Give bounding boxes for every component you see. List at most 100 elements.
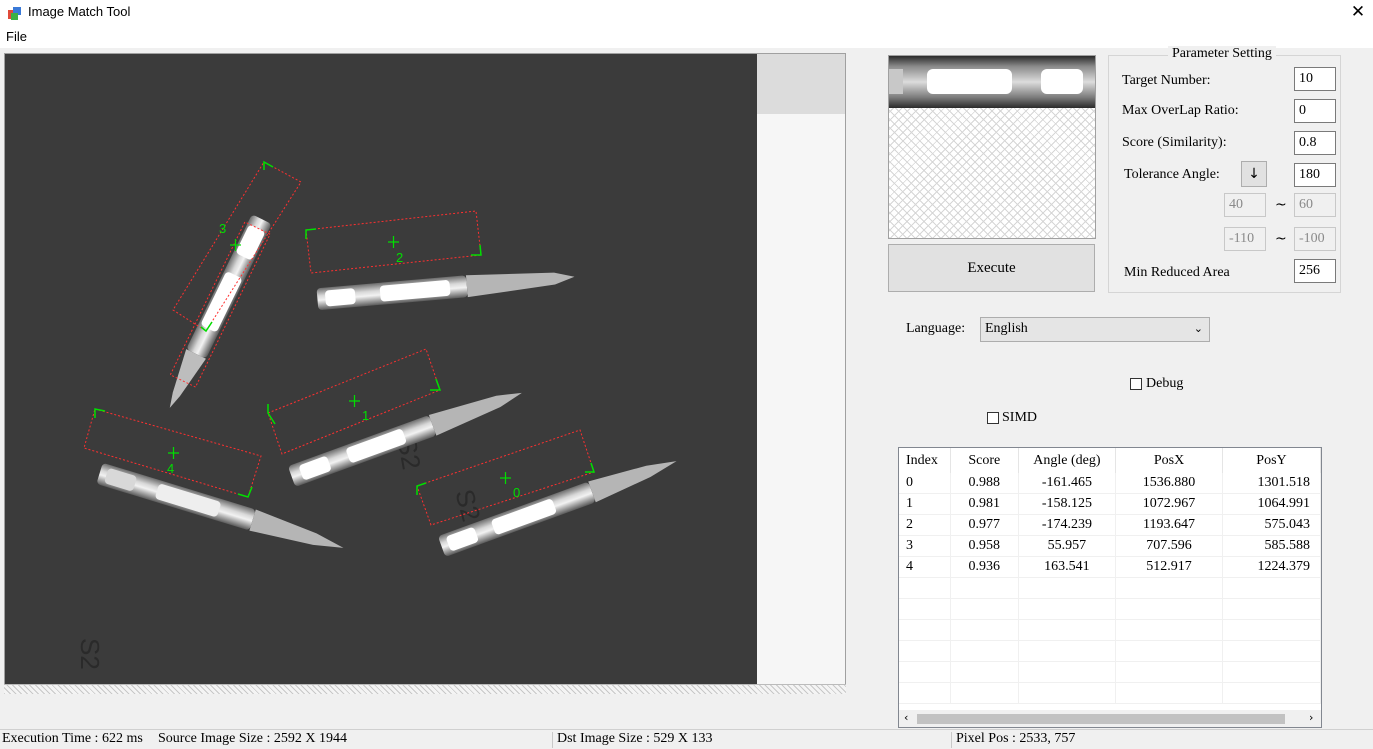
window-title: Image Match Tool bbox=[28, 4, 131, 19]
execution-time: Execution Time : 622 ms bbox=[2, 731, 143, 746]
tolerance-angle-label: Tolerance Angle: bbox=[1124, 167, 1220, 182]
table-cell bbox=[1018, 598, 1117, 620]
table-cell bbox=[1222, 619, 1321, 641]
table-cell bbox=[1115, 640, 1223, 662]
match-label: 4 bbox=[167, 461, 174, 476]
table-cell: 0.936 bbox=[950, 556, 1019, 578]
paper-mark: S2 bbox=[75, 638, 105, 670]
table-cell bbox=[1115, 577, 1223, 599]
table-cell bbox=[1115, 682, 1223, 704]
source-image: S2 S2 S2 3 2 1 4 0 bbox=[5, 54, 845, 692]
source-image-panel[interactable]: S2 S2 S2 3 2 1 4 0 bbox=[4, 53, 846, 693]
table-row-empty bbox=[899, 619, 1321, 641]
range1-tilde: ~ bbox=[1275, 197, 1287, 213]
table-row[interactable]: 3 0.958 55.957 707.596 585.588 bbox=[899, 535, 1321, 557]
table-cell bbox=[1222, 598, 1321, 620]
table-cell: 0 bbox=[899, 473, 951, 494]
image-scrollbar[interactable] bbox=[4, 684, 846, 694]
table-row-empty bbox=[899, 598, 1321, 620]
range1-to-input[interactable]: 60 bbox=[1294, 193, 1336, 217]
language-value: English bbox=[985, 321, 1028, 336]
max-overlap-input[interactable]: 0 bbox=[1294, 99, 1336, 123]
table-row-empty bbox=[899, 640, 1321, 662]
table-cell bbox=[899, 577, 951, 599]
source-image-size: Source Image Size : 2592 X 1944 bbox=[158, 731, 347, 746]
tolerance-toggle-button[interactable]: ↓ bbox=[1241, 161, 1267, 187]
column-header-score[interactable]: Score bbox=[950, 448, 1019, 473]
table-row[interactable]: 2 0.977 -174.239 1193.647 575.043 bbox=[899, 514, 1321, 536]
table-row-empty bbox=[899, 682, 1321, 704]
simd-checkbox[interactable] bbox=[987, 412, 999, 424]
table-cell bbox=[1018, 682, 1117, 704]
table-cell bbox=[950, 661, 1019, 683]
match-label: 0 bbox=[513, 485, 520, 500]
dst-image-size: Dst Image Size : 529 X 133 bbox=[557, 731, 713, 746]
table-cell bbox=[899, 619, 951, 641]
column-header-angle[interactable]: Angle (deg) bbox=[1018, 448, 1117, 473]
title-bar: Image Match Tool ✕ bbox=[0, 0, 1373, 26]
table-cell bbox=[1018, 577, 1117, 599]
status-bar: Execution Time : 622 ms Source Image Siz… bbox=[0, 729, 1373, 749]
table-cell: 4 bbox=[899, 556, 951, 578]
score-input[interactable]: 0.8 bbox=[1294, 131, 1336, 155]
table-cell: 0.988 bbox=[950, 473, 1019, 494]
table-cell: 512.917 bbox=[1115, 556, 1223, 578]
debug-label: Debug bbox=[1146, 376, 1184, 391]
menu-file[interactable]: File bbox=[6, 29, 27, 44]
table-row[interactable]: 1 0.981 -158.125 1072.967 1064.991 bbox=[899, 493, 1321, 515]
scroll-left-icon[interactable]: ‹ bbox=[904, 711, 908, 724]
table-cell: 1193.647 bbox=[1115, 514, 1223, 536]
table-cell: 1072.967 bbox=[1115, 493, 1223, 515]
table-row[interactable]: 4 0.936 163.541 512.917 1224.379 bbox=[899, 556, 1321, 578]
range2-to-input[interactable]: -100 bbox=[1294, 227, 1336, 251]
range2-from-input[interactable]: -110 bbox=[1224, 227, 1266, 251]
parameter-group-title: Parameter Setting bbox=[1168, 46, 1276, 62]
table-cell bbox=[950, 640, 1019, 662]
table-row-empty bbox=[899, 577, 1321, 599]
score-label: Score (Similarity): bbox=[1122, 135, 1227, 150]
scroll-right-icon[interactable]: › bbox=[1309, 711, 1313, 724]
simd-label: SIMD bbox=[1002, 410, 1038, 425]
table-cell bbox=[899, 640, 951, 662]
tolerance-angle-input[interactable]: 180 bbox=[1294, 163, 1336, 187]
table-cell: 585.588 bbox=[1222, 535, 1321, 557]
table-cell bbox=[1115, 619, 1223, 641]
target-number-label: Target Number: bbox=[1122, 73, 1211, 88]
table-cell bbox=[1222, 640, 1321, 662]
column-header-posx[interactable]: PosX bbox=[1115, 448, 1223, 473]
debug-checkbox[interactable] bbox=[1130, 378, 1142, 390]
table-cell: -161.465 bbox=[1018, 473, 1117, 494]
table-cell bbox=[950, 598, 1019, 620]
status-divider bbox=[951, 732, 952, 748]
scroll-thumb[interactable] bbox=[917, 714, 1285, 724]
close-icon[interactable]: ✕ bbox=[1343, 0, 1373, 26]
language-label: Language: bbox=[906, 321, 966, 336]
results-table[interactable]: Index Score Angle (deg) PosX PosY 0 0.988… bbox=[898, 447, 1322, 728]
min-reduced-area-label: Min Reduced Area bbox=[1124, 265, 1230, 280]
table-cell bbox=[1018, 661, 1117, 683]
pixel-pos: Pixel Pos : 2533, 757 bbox=[956, 731, 1076, 746]
chevron-down-icon: ⌄ bbox=[1193, 322, 1203, 335]
app-icon bbox=[8, 7, 21, 20]
column-header-index[interactable]: Index bbox=[899, 448, 951, 473]
table-row[interactable]: 0 0.988 -161.465 1536.880 1301.518 bbox=[899, 473, 1321, 494]
table-cell: 163.541 bbox=[1018, 556, 1117, 578]
table-cell bbox=[899, 661, 951, 683]
results-grid: Index Score Angle (deg) PosX PosY 0 0.988… bbox=[899, 448, 1321, 704]
menu-bar: File bbox=[0, 26, 1373, 48]
execute-button[interactable]: Execute bbox=[888, 244, 1095, 292]
status-divider bbox=[552, 732, 553, 748]
table-cell bbox=[899, 598, 951, 620]
table-cell bbox=[1115, 598, 1223, 620]
language-select[interactable]: English ⌄ bbox=[980, 317, 1210, 342]
match-label: 2 bbox=[396, 250, 403, 265]
target-number-input[interactable]: 10 bbox=[1294, 67, 1336, 91]
range1-from-input[interactable]: 40 bbox=[1224, 193, 1266, 217]
table-scrollbar[interactable]: ‹ › bbox=[899, 710, 1321, 727]
table-cell: -158.125 bbox=[1018, 493, 1117, 515]
min-reduced-area-input[interactable]: 256 bbox=[1294, 259, 1336, 283]
table-cell bbox=[1018, 619, 1117, 641]
column-header-posy[interactable]: PosY bbox=[1222, 448, 1321, 473]
match-label: 1 bbox=[362, 408, 369, 423]
match-label: 3 bbox=[219, 221, 226, 236]
